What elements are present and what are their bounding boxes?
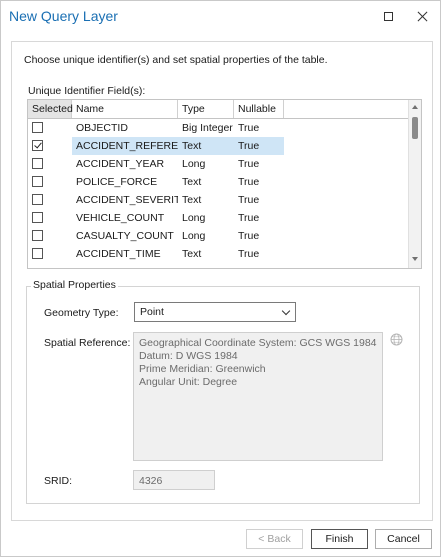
cancel-button[interactable]: Cancel — [375, 529, 432, 549]
field-name: ACCIDENT_TIME — [76, 248, 161, 260]
row-checkbox[interactable] — [32, 194, 43, 205]
spatial-properties-group: Spatial Properties Geometry Type: Point … — [26, 279, 420, 504]
column-header-type[interactable]: Type — [178, 100, 234, 118]
row-checkbox[interactable] — [32, 122, 43, 133]
scroll-thumb[interactable] — [412, 117, 418, 139]
srid-field: 4326 — [133, 470, 215, 490]
scroll-up-icon[interactable] — [412, 105, 418, 109]
table-row[interactable]: OBJECTID Big Integer True — [28, 119, 408, 137]
field-type: Text — [182, 248, 202, 260]
field-nullable: True — [238, 248, 260, 260]
chevron-down-icon — [281, 306, 291, 316]
field-nullable: True — [238, 158, 260, 170]
field-type: Long — [182, 158, 206, 170]
selected-cell — [28, 191, 72, 209]
finish-button[interactable]: Finish — [311, 529, 368, 549]
instruction-text: Choose unique identifier(s) and set spat… — [24, 54, 328, 66]
field-name: ACCIDENT_YEAR — [76, 158, 165, 170]
field-nullable: True — [238, 122, 260, 134]
column-header-nullable[interactable]: Nullable — [234, 100, 284, 118]
spatial-reference-box: Geographical Coordinate System: GCS WGS … — [133, 332, 383, 461]
row-checkbox[interactable] — [32, 158, 43, 169]
column-header-selected[interactable]: Selected — [28, 100, 73, 118]
field-nullable: True — [238, 230, 260, 242]
field-nullable: True — [234, 137, 284, 155]
sr-line: Angular Unit: Degree — [139, 376, 238, 388]
geometry-type-value: Point — [140, 306, 164, 318]
field-type: Long — [182, 230, 206, 242]
selected-cell — [28, 155, 72, 173]
field-name: POLICE_FORCE — [76, 176, 158, 188]
table-row[interactable]: ACCIDENT_TIME Text True — [28, 245, 408, 263]
title-bar: New Query Layer — [1, 1, 440, 33]
content-panel: Choose unique identifier(s) and set spat… — [11, 41, 433, 521]
field-name: VEHICLE_COUNT — [76, 212, 165, 224]
scroll-down-icon[interactable] — [412, 257, 418, 261]
row-checkbox[interactable] — [32, 176, 43, 187]
fields-grid: Selected Name Type Nullable OBJECTID Big… — [27, 99, 422, 269]
unique-identifier-label: Unique Identifier Field(s): — [28, 85, 146, 97]
selected-cell — [28, 173, 72, 191]
field-type: Text — [178, 137, 234, 155]
geometry-type-label: Geometry Type: — [44, 307, 119, 319]
field-type: Long — [182, 212, 206, 224]
field-type: Text — [182, 194, 202, 206]
sr-line: Datum: D WGS 1984 — [139, 350, 238, 362]
selected-cell — [28, 119, 72, 137]
close-button[interactable] — [411, 7, 433, 25]
table-row[interactable]: VEHICLE_COUNT Long True — [28, 209, 408, 227]
srid-label: SRID: — [44, 475, 73, 487]
row-checkbox[interactable] — [32, 230, 43, 241]
row-checkbox[interactable] — [32, 212, 43, 223]
field-name: OBJECTID — [76, 122, 128, 134]
globe-icon[interactable] — [390, 333, 403, 346]
field-name: ACCIDENT_REFERENCE — [72, 137, 178, 155]
selected-cell — [28, 245, 72, 263]
selected-cell — [28, 209, 72, 227]
field-name: CASUALTY_COUNT — [76, 230, 174, 242]
dialog-title: New Query Layer — [9, 8, 118, 24]
row-checkbox[interactable] — [32, 248, 43, 259]
geometry-type-dropdown[interactable]: Point — [134, 302, 296, 322]
row-checkbox[interactable] — [32, 140, 43, 151]
field-nullable: True — [238, 176, 260, 188]
column-header-name[interactable]: Name — [72, 100, 178, 118]
table-row[interactable]: ACCIDENT_YEAR Long True — [28, 155, 408, 173]
field-type: Big Integer — [182, 122, 233, 134]
table-row[interactable]: ACCIDENT_SEVERITY Text True — [28, 191, 408, 209]
back-button[interactable]: < Back — [246, 529, 303, 549]
table-row[interactable]: POLICE_FORCE Text True — [28, 173, 408, 191]
sr-line: Geographical Coordinate System: GCS WGS … — [139, 337, 377, 349]
selected-cell — [28, 227, 72, 245]
spatial-properties-title: Spatial Properties — [31, 279, 118, 291]
grid-scrollbar[interactable] — [408, 100, 421, 268]
spatial-reference-label: Spatial Reference: — [44, 337, 131, 349]
field-nullable: True — [238, 212, 260, 224]
table-row[interactable]: ACCIDENT_REFERENCE Text True — [28, 137, 408, 155]
close-icon — [417, 11, 428, 22]
selected-cell — [28, 137, 72, 155]
table-row[interactable]: CASUALTY_COUNT Long True — [28, 227, 408, 245]
field-type: Text — [182, 176, 202, 188]
sr-line: Prime Meridian: Greenwich — [139, 363, 266, 375]
field-name: ACCIDENT_SEVERITY — [76, 194, 178, 206]
maximize-icon — [383, 11, 393, 21]
new-query-layer-dialog: New Query Layer Choose unique identifier… — [0, 0, 441, 557]
maximize-button[interactable] — [377, 7, 399, 25]
field-nullable: True — [238, 194, 260, 206]
grid-header: Selected Name Type Nullable — [28, 100, 408, 119]
